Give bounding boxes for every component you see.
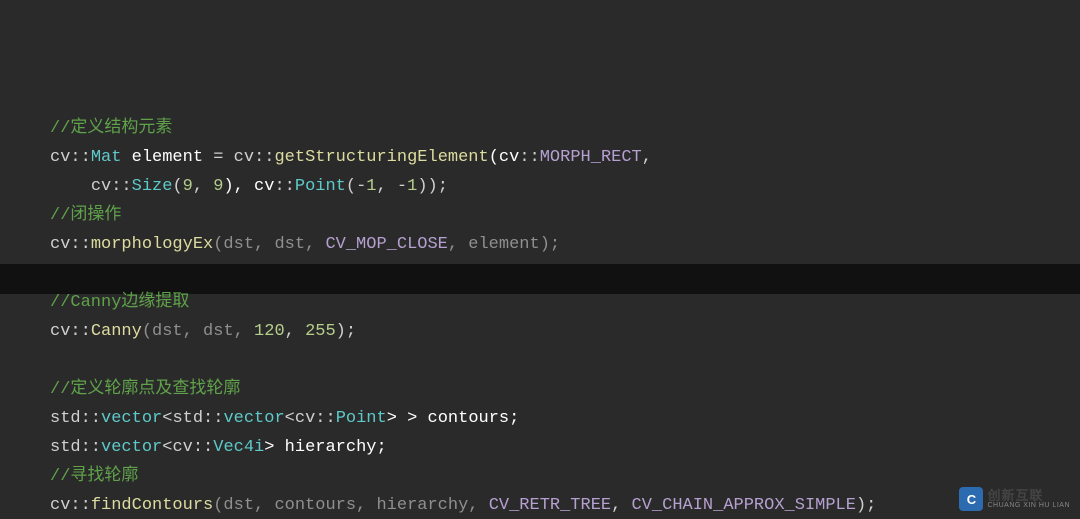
logo-badge-letter: C <box>967 485 976 514</box>
token-op: ( <box>172 177 182 196</box>
logo-text: 创新互联 CHUANG XIN HU LIAN <box>987 489 1070 509</box>
code-line: cv::Canny(dst, dst, 120, 255); <box>50 317 1080 346</box>
token-ns: cv <box>50 235 70 254</box>
token-ns: std <box>50 409 81 428</box>
token-num: 1 <box>366 177 376 196</box>
token-ns: cv <box>50 322 70 341</box>
token-macro: CV_MOP_CLOSE <box>325 235 447 254</box>
token-type: Point <box>295 177 346 196</box>
code-line: //寻找轮廓 <box>50 462 1080 491</box>
token-type: vector <box>101 409 162 428</box>
logo-badge-icon: C <box>959 487 983 511</box>
token-type: Size <box>132 177 173 196</box>
token-type: vector <box>223 409 284 428</box>
code-editor: //定义结构元素cv::Mat element = cv::getStructu… <box>0 0 1080 519</box>
token-op: :: <box>70 322 90 341</box>
token-num: 9 <box>183 177 193 196</box>
code-line: //定义轮廓点及查找轮廓 <box>50 375 1080 404</box>
token-type: vector <box>101 438 162 457</box>
token-fn: getStructuringElement <box>274 148 488 167</box>
token-op: :: <box>70 148 90 167</box>
code-line: std::vector<cv::Vec4i> hierarchy; <box>50 433 1080 462</box>
token-macro: MORPH_RECT <box>540 148 642 167</box>
comment: //定义轮廓点及查找轮廓 <box>50 380 240 399</box>
token-op: :: <box>70 496 90 515</box>
code-line <box>50 259 1080 288</box>
token-num: 255 <box>305 322 336 341</box>
token-op: , <box>193 177 213 196</box>
token-op: )); <box>417 177 448 196</box>
comment: //定义结构元素 <box>50 119 172 138</box>
token-macro: CV_CHAIN_APPROX_SIMPLE <box>632 496 856 515</box>
token-op: :: <box>111 177 131 196</box>
token-op: :: <box>274 177 294 196</box>
token-op: :: <box>254 148 274 167</box>
logo-main-text: 创新互联 <box>987 489 1070 502</box>
token-op: , <box>285 322 305 341</box>
token-fn: morphologyEx <box>91 235 213 254</box>
token-num: 120 <box>254 322 285 341</box>
token-ns: cv <box>50 148 70 167</box>
token-op: :: <box>193 438 213 457</box>
token-num: 1 <box>407 177 417 196</box>
code-line: cv::morphologyEx(dst, dst, CV_MOP_CLOSE,… <box>50 230 1080 259</box>
token-fn: findContours <box>91 496 213 515</box>
code-line: cv::Size(9, 9), cv::Point(-1, -1)); <box>50 172 1080 201</box>
token-type: Point <box>336 409 387 428</box>
token-op: < <box>285 409 295 428</box>
token-ns: std <box>172 409 203 428</box>
token-op: < <box>162 438 172 457</box>
token-num: 9 <box>213 177 223 196</box>
comment: //Canny边缘提取 <box>50 293 189 312</box>
token-op: , <box>642 148 652 167</box>
code-line: cv::Mat element = cv::getStructuringElem… <box>50 143 1080 172</box>
comment: //闭操作 <box>50 206 121 225</box>
code-line: cv::findContours(dst, contours, hierarch… <box>50 491 1080 519</box>
token-ns: cv <box>172 438 192 457</box>
token-op: , - <box>377 177 408 196</box>
token-op: :: <box>70 235 90 254</box>
token-op: < <box>162 409 172 428</box>
token-kw: > hierarchy; <box>264 438 386 457</box>
token-op: ); <box>856 496 876 515</box>
token-param: , element); <box>448 235 560 254</box>
token-op: :: <box>203 409 223 428</box>
token-op: :: <box>81 438 101 457</box>
watermark-logo: C 创新互联 CHUANG XIN HU LIAN <box>959 487 1070 511</box>
token-op: (- <box>346 177 366 196</box>
token-kw: element <box>121 148 213 167</box>
token-ns: cv <box>295 409 315 428</box>
token-param: (dst, dst, <box>213 235 325 254</box>
comment: //寻找轮廓 <box>50 467 138 486</box>
code-line: std::vector<std::vector<cv::Point> > con… <box>50 404 1080 433</box>
token-type: Mat <box>91 148 122 167</box>
code-line: //Canny边缘提取 <box>50 288 1080 317</box>
token-op: ); <box>336 322 356 341</box>
token-macro: CV_RETR_TREE <box>489 496 611 515</box>
token-op: :: <box>315 409 335 428</box>
token-op: , <box>611 496 631 515</box>
token-ns: cv <box>50 496 70 515</box>
token-ns: cv <box>223 148 254 167</box>
token-op: :: <box>81 409 101 428</box>
code-block: //定义结构元素cv::Mat element = cv::getStructu… <box>50 114 1080 519</box>
logo-sub-text: CHUANG XIN HU LIAN <box>987 502 1070 509</box>
token-param: (dst, contours, hierarchy, <box>213 496 488 515</box>
token-op: = <box>213 148 223 167</box>
code-line <box>50 346 1080 375</box>
token-ns: cv <box>91 177 111 196</box>
token-type: Vec4i <box>213 438 264 457</box>
token-fn: Canny <box>91 322 142 341</box>
token-op: :: <box>519 148 539 167</box>
code-line: //定义结构元素 <box>50 114 1080 143</box>
token-kw: ), cv <box>223 177 274 196</box>
token-kw: (cv <box>489 148 520 167</box>
token-param: (dst, dst, <box>142 322 254 341</box>
token-kw: > > contours; <box>387 409 520 428</box>
code-line: //闭操作 <box>50 201 1080 230</box>
token-ns: std <box>50 438 81 457</box>
